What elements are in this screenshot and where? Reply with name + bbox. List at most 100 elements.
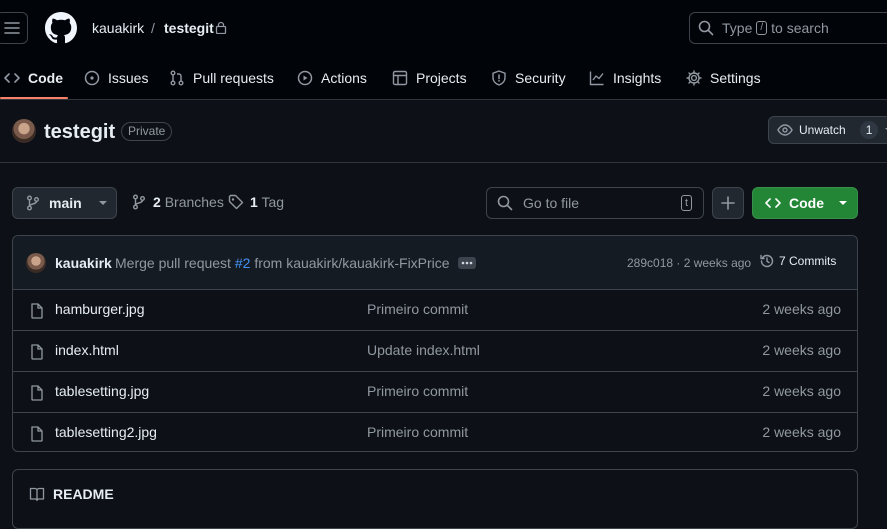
readme-tab[interactable]: README — [53, 486, 114, 502]
branches-link[interactable]: 2 Branches — [131, 194, 224, 210]
search-icon — [497, 195, 513, 211]
tab-projects-label: Projects — [416, 70, 467, 86]
add-file-button[interactable] — [712, 187, 744, 219]
caret-down-icon — [98, 201, 107, 205]
github-logo-icon[interactable] — [45, 12, 77, 44]
tags-link[interactable]: 1 Tag — [228, 194, 284, 210]
code-dropdown-button[interactable]: Code — [752, 187, 858, 219]
latest-commit-bar: kauakirk Merge pull request #2 from kaua… — [13, 236, 857, 290]
search-hint-post: to search — [771, 20, 829, 36]
tags-count: 1 — [250, 194, 258, 210]
file-commit-message[interactable]: Primeiro commit — [367, 424, 468, 440]
kebab-horizontal-icon — [461, 261, 473, 265]
hamburger-menu-button[interactable] — [0, 12, 28, 44]
search-hint-pre: Type — [722, 20, 753, 36]
commit-message-post: from kauakirk/kauakirk-FixPrice — [254, 255, 450, 271]
search-icon — [698, 20, 714, 36]
tab-insights-label: Insights — [613, 70, 662, 86]
tab-insights[interactable]: Insights — [589, 56, 661, 100]
file-name[interactable]: index.html — [55, 342, 119, 358]
go-to-file-placeholder: Go to file — [523, 195, 580, 211]
header-divider — [0, 162, 887, 163]
commit-pr-link[interactable]: #2 — [235, 255, 251, 271]
tab-code[interactable]: Code — [4, 56, 63, 100]
repo-title[interactable]: testegit — [44, 118, 115, 146]
go-to-file-input[interactable]: Go to file t — [486, 187, 704, 219]
tab-actions-label: Actions — [321, 70, 367, 86]
file-row[interactable]: tablesetting2.jpg Primeiro commit 2 week… — [13, 413, 857, 451]
book-icon — [29, 487, 45, 502]
code-icon — [765, 198, 781, 208]
owner-avatar[interactable] — [12, 119, 36, 143]
branch-icon — [133, 194, 145, 210]
file-browser: kauakirk Merge pull request #2 from kaua… — [12, 235, 858, 452]
tab-security[interactable]: Security — [491, 56, 566, 100]
tag-icon — [228, 194, 244, 210]
issue-icon — [84, 70, 100, 86]
tab-issues-label: Issues — [108, 70, 149, 86]
file-commit-message[interactable]: Primeiro commit — [367, 301, 468, 317]
tab-pull-requests[interactable]: Pull requests — [169, 56, 274, 100]
file-updated-time: 2 weeks ago — [762, 424, 841, 440]
code-icon — [4, 73, 20, 83]
history-icon — [760, 254, 774, 268]
file-name[interactable]: tablesetting2.jpg — [55, 424, 157, 440]
branches-count: 2 — [153, 194, 161, 210]
author-avatar[interactable] — [26, 253, 46, 273]
file-updated-time: 2 weeks ago — [762, 383, 841, 399]
file-updated-time: 2 weeks ago — [762, 342, 841, 358]
commits-count-label: 7 Commits — [779, 254, 837, 268]
gear-icon — [686, 70, 702, 86]
breadcrumb-separator: / — [151, 20, 155, 36]
commit-hash-time[interactable]: 289c018 · 2 weeks ago — [627, 256, 751, 270]
tab-settings[interactable]: Settings — [686, 56, 761, 100]
branches-label: Branches — [164, 194, 224, 210]
file-updated-time: 2 weeks ago — [762, 301, 841, 317]
plus-icon — [721, 196, 735, 210]
commit-author[interactable]: kauakirk — [55, 255, 112, 271]
ellipsis-button[interactable] — [458, 257, 476, 269]
file-icon — [31, 344, 43, 360]
file-name[interactable]: hamburger.jpg — [55, 301, 145, 317]
tab-issues[interactable]: Issues — [84, 56, 148, 100]
unwatch-label: Unwatch — [799, 123, 846, 137]
file-commit-message[interactable]: Update index.html — [367, 342, 480, 358]
branch-icon — [27, 195, 39, 211]
branch-name: main — [49, 195, 82, 211]
file-icon — [31, 303, 43, 319]
tab-projects[interactable]: Projects — [392, 56, 467, 100]
active-tab-indicator — [0, 97, 68, 99]
file-name[interactable]: tablesetting.jpg — [55, 383, 149, 399]
breadcrumb-repo[interactable]: testegit — [164, 18, 214, 38]
unwatch-button[interactable]: Unwatch 1 — [768, 116, 887, 144]
commits-history-link[interactable]: 7 Commits — [759, 253, 836, 269]
graph-icon — [589, 71, 604, 86]
file-icon — [31, 426, 43, 442]
tab-security-label: Security — [515, 70, 566, 86]
visibility-badge: Private — [121, 122, 173, 141]
file-commit-message[interactable]: Primeiro commit — [367, 383, 468, 399]
file-row[interactable]: index.html Update index.html 2 weeks ago — [13, 331, 857, 372]
watch-count: 1 — [859, 121, 879, 139]
file-row[interactable]: tablesetting.jpg Primeiro commit 2 weeks… — [13, 372, 857, 413]
file-icon — [31, 385, 43, 401]
shield-icon — [492, 70, 506, 86]
eye-icon — [777, 124, 793, 136]
caret-down-icon — [839, 201, 847, 205]
play-icon — [297, 70, 313, 86]
tab-settings-label: Settings — [710, 70, 761, 86]
global-search-input[interactable]: Type / to search — [689, 12, 887, 44]
commit-message-pre: Merge pull request — [115, 255, 231, 271]
tab-actions[interactable]: Actions — [297, 56, 367, 100]
global-header: kauakirk / testegit Type / to search Cod… — [0, 0, 887, 100]
tab-code-label: Code — [28, 70, 63, 86]
readme-panel: README — [12, 469, 858, 529]
breadcrumb-owner[interactable]: kauakirk — [92, 18, 144, 38]
table-icon — [392, 70, 408, 86]
branch-selector[interactable]: main — [12, 187, 117, 219]
search-shortcut-key: / — [756, 21, 768, 35]
commit-message[interactable]: Merge pull request #2 from kauakirk/kaua… — [115, 255, 450, 271]
menu-icon — [4, 22, 20, 34]
file-row[interactable]: hamburger.jpg Primeiro commit 2 weeks ag… — [13, 290, 857, 331]
code-button-label: Code — [789, 195, 824, 211]
